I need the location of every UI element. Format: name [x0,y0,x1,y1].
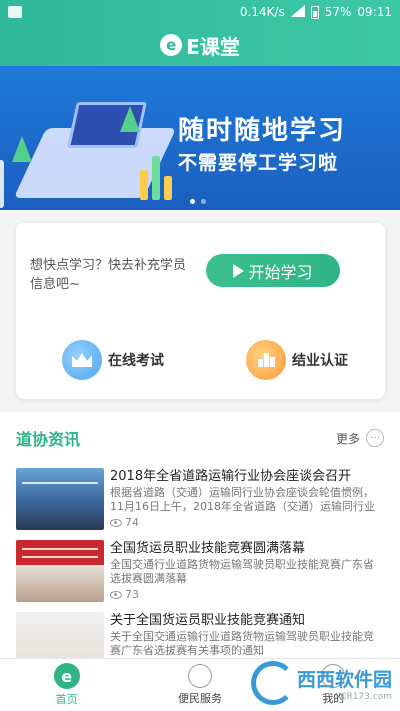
battery-icon [310,5,319,19]
eye-icon [110,590,122,599]
pagination-dot[interactable] [190,199,195,204]
tab-services-label: 便民服务 [177,692,222,705]
tree-illustration [12,136,32,162]
tree-illustration [120,106,140,132]
news-item-title: 全国货运员职业技能竞赛圆满落幕 [110,541,306,556]
battery-level: 57% [324,5,352,19]
crown-icon [62,340,102,380]
notification-icon [8,6,22,18]
certification-label: 结业认证 [292,353,348,369]
news-item[interactable]: 全国货运员职业技能竞赛圆满落幕 全国交通行业道路货物运输驾驶员职业技能竞赛广东省… [0,536,400,608]
quick-start-card: 想快点学习？快去补充学员信息吧~ 开始学习 在线考试 结业认证 [16,223,385,399]
app-title: E课堂 [186,34,240,59]
tab-mine[interactable]: 我的 [267,659,400,711]
status-bar: 0.14K/s 57% 09:11 [0,0,400,24]
news-item-desc: 根据省道路（交通）运输同行业协会座谈会轮值惯例，11月16日上午，2018年全省… [110,486,375,513]
bar-illustration [140,170,148,200]
eye-icon [110,518,122,527]
banner-pagination [190,199,206,204]
view-count: 74 [110,516,384,529]
view-count: 73 [110,588,384,601]
network-speed: 0.14K/s [239,5,285,19]
certification-button[interactable]: 结业认证 [246,340,348,380]
play-icon [233,263,245,278]
bottom-tab-bar: e 首页 便民服务 我的 [0,658,400,711]
banner-headline: 随时随地学习 [178,116,347,146]
news-thumbnail [16,540,104,602]
clock: 09:11 [357,5,392,19]
bar-illustration [164,176,172,200]
top-header: 0.14K/s 57% 09:11 e E课堂 [0,0,400,66]
news-thumbnail [16,612,104,658]
view-count-value: 73 [125,588,139,601]
app-logo-icon: e [160,34,183,56]
home-icon: e [53,663,80,689]
news-section: 道协资讯 更多 ··· 2018年全省道路运输行业协会座谈会召开 根据省道路（交… [0,412,400,658]
start-learning-button[interactable]: 开始学习 [206,254,340,287]
tab-services[interactable]: 便民服务 [133,659,266,711]
services-icon [187,664,212,688]
online-exam-label: 在线考试 [108,353,164,369]
news-item[interactable]: 2018年全省道路运输行业协会座谈会召开 根据省道路（交通）运输同行业协会座谈会… [0,464,400,536]
news-item[interactable]: 关于全国货运员职业技能竞赛通知 关于全国交通运输行业道路货物运输驾驶员职业技能竞… [0,608,400,658]
pagination-dot[interactable] [201,199,206,204]
more-label: 更多 [335,431,360,446]
news-item-title: 关于全国货运员职业技能竞赛通知 [110,613,306,628]
bar-illustration [152,156,160,200]
news-item-desc: 关于全国交通运输行业道路货物运输驾驶员职业技能竞赛广东省选拔赛有关事项的通知 [110,630,374,657]
app-header: e E课堂 [0,24,400,66]
promo-banner[interactable]: 随时随地学习 不需要停工学习啦 [0,66,400,210]
side-drawer-handle[interactable] [0,160,4,208]
certificate-icon [246,340,286,380]
news-header: 道协资讯 更多 ··· [0,412,400,464]
online-exam-button[interactable]: 在线考试 [62,340,164,380]
news-item-title: 2018年全省道路运输行业协会座谈会召开 [110,469,352,484]
signal-icon [290,5,305,17]
more-news-button[interactable]: 更多 ··· [336,429,384,447]
profile-prompt: 想快点学习？快去补充学员信息吧~ [30,258,187,292]
news-item-desc: 全国交通行业道路货物运输驾驶员职业技能竞赛广东省选拔赛圆满落幕 [110,558,374,585]
more-dots-icon: ··· [366,429,384,447]
view-count-value: 74 [125,516,139,529]
start-learning-label: 开始学习 [248,262,313,282]
tab-mine-label: 我的 [322,692,345,705]
tab-home[interactable]: e 首页 [0,659,133,711]
profile-icon [321,664,346,688]
news-thumbnail [16,468,104,530]
tab-home-label: 首页 [55,693,78,706]
banner-subheadline: 不需要停工学习啦 [178,152,339,174]
news-section-title: 道协资讯 [16,430,81,449]
